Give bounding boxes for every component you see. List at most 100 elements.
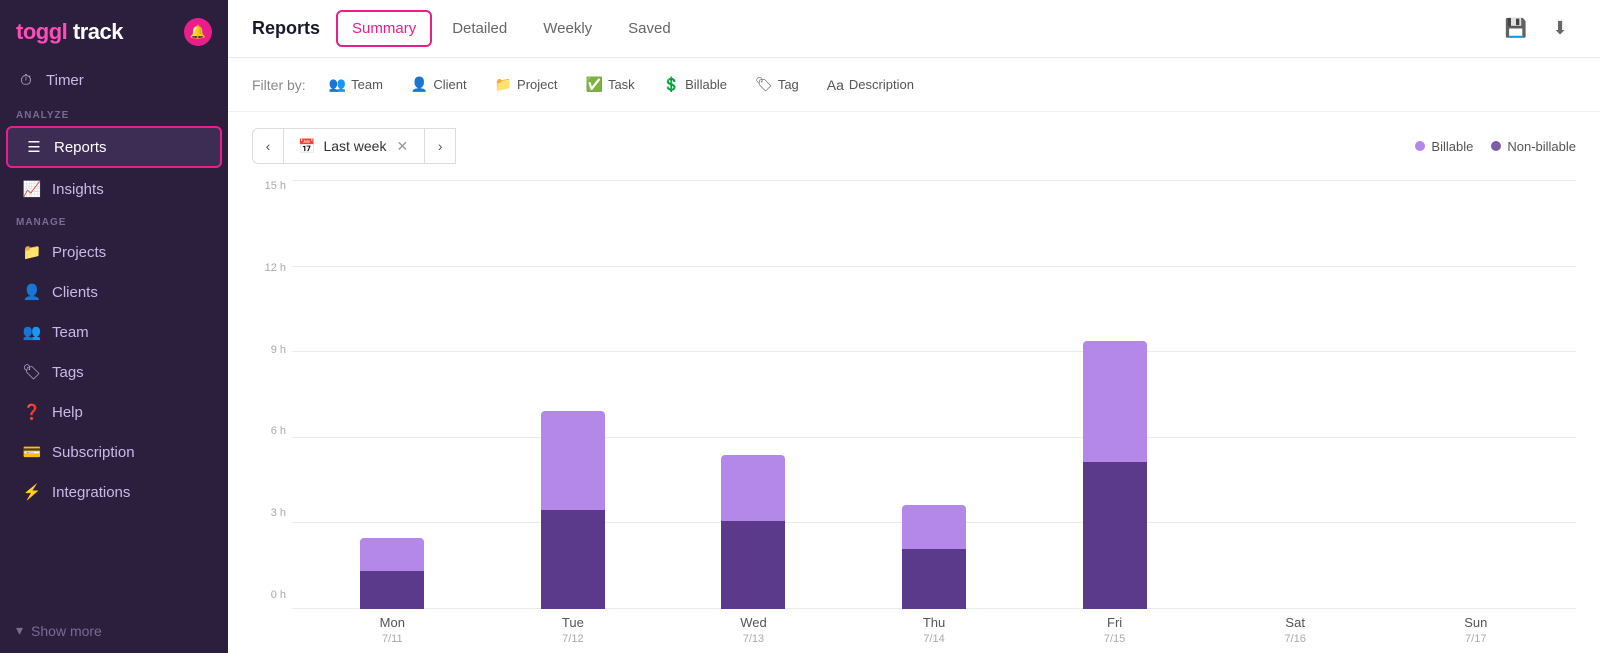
calendar-icon: 📅 [298,138,315,155]
bar-group[interactable]: 03:15 [302,180,483,609]
projects-label: Projects [52,244,106,261]
chevron-down-icon: ▾ [16,622,23,639]
tag-filter-icon: 🏷 [755,76,773,93]
y-axis-label: 12 h [252,262,292,274]
bar-nonbillable-segment [902,549,966,610]
x-axis-label: Thu7/14 [844,615,1025,645]
y-axis-label: 15 h [252,180,292,192]
sidebar-item-timer[interactable]: ⏱ Timer [0,62,228,102]
x-axis-label: Sat7/16 [1205,615,1386,645]
legend-billable-label: Billable [1431,139,1473,154]
legend-non-billable-label: Non-billable [1507,139,1576,154]
bars-row: 03:1509:0007:0004:4512:10 [292,180,1576,609]
bar-nonbillable-segment [541,510,605,609]
y-axis-label: 3 h [252,507,292,519]
date-display[interactable]: 📅 Last week ✕ [284,128,424,164]
clients-label: Clients [52,284,98,301]
sidebar-item-reports[interactable]: ☰ Reports [6,126,222,168]
filter-project-label: Project [517,77,557,92]
filter-team[interactable]: 👥 Team [318,70,394,99]
x-axis-label: Sun7/17 [1385,615,1566,645]
tab-detailed[interactable]: Detailed [436,10,523,47]
date-prev-btn[interactable]: ‹ [252,128,284,164]
filter-description[interactable]: Aa Description [816,71,925,99]
logo: toggl track [16,19,123,45]
bar-nonbillable-segment [360,571,424,610]
sidebar-item-projects[interactable]: 📁 Projects [6,233,222,271]
tab-saved[interactable]: Saved [612,10,687,47]
y-axis-label: 9 h [252,344,292,356]
sidebar-item-help[interactable]: ❓ Help [6,393,222,431]
sidebar-item-team[interactable]: 👥 Team [6,313,222,351]
notification-bell[interactable]: 🔔 [184,18,212,46]
bar-billable-segment [721,455,785,521]
y-axis-label: 0 h [252,589,292,601]
sidebar-bottom: ▾ Show more [0,612,228,653]
subscription-label: Subscription [52,444,135,461]
insights-label: Insights [52,181,104,198]
legend-billable: Billable [1415,139,1473,154]
y-axis: 0 h 3 h 6 h 9 h 12 h 15 h [252,180,292,645]
sidebar: toggl track 🔔 ⏱ Timer ANALYZE ☰ Reports … [0,0,228,653]
clients-icon: 👤 [22,282,42,302]
bar-nonbillable-segment [1083,462,1147,609]
date-range-label: Last week [323,138,386,154]
x-axis-label: Fri7/15 [1024,615,1205,645]
manage-section-label: MANAGE [0,209,228,232]
task-filter-icon: ✅ [586,76,603,93]
filter-client-label: Client [433,77,466,92]
y-axis-label: 6 h [252,425,292,437]
sidebar-item-tags[interactable]: 🏷 Tags [6,353,222,391]
filter-client[interactable]: 👤 Client [400,70,478,99]
insights-icon: 📈 [22,179,42,199]
bar-group[interactable]: 12:10 [1024,180,1205,609]
chart-inner: 03:1509:0007:0004:4512:10 Mon7/11Tue7/12… [292,180,1576,645]
show-more-btn[interactable]: ▾ Show more [0,612,228,653]
main-content: Reports Summary Detailed Weekly Saved 💾 … [228,0,1600,653]
sidebar-item-insights[interactable]: 📈 Insights [6,170,222,208]
filter-project[interactable]: 📁 Project [484,70,569,99]
bar-nonbillable-segment [721,521,785,609]
date-next-btn[interactable]: › [424,128,456,164]
help-icon: ❓ [22,402,42,422]
bar-group[interactable] [1385,180,1566,609]
save-icon[interactable]: 💾 [1500,13,1532,45]
sidebar-item-integrations[interactable]: ⚡ Integrations [6,473,222,511]
filter-bar: Filter by: 👥 Team 👤 Client 📁 Project ✅ T… [228,58,1600,112]
bar-group[interactable] [1205,180,1386,609]
show-more-label: Show more [31,623,102,639]
sidebar-item-clients[interactable]: 👤 Clients [6,273,222,311]
timer-icon: ⏱ [16,70,36,90]
chart-controls: ‹ 📅 Last week ✕ › Billable Non-billable [252,128,1576,164]
x-axis-label: Mon7/11 [302,615,483,645]
client-filter-icon: 👤 [411,76,428,93]
filter-tag[interactable]: 🏷 Tag [744,70,810,99]
chart-area: ‹ 📅 Last week ✕ › Billable Non-billable [228,112,1600,653]
bar-group[interactable]: 07:00 [663,180,844,609]
bar-group[interactable]: 04:45 [844,180,1025,609]
logo-area: toggl track 🔔 [0,0,228,62]
x-axis-label: Tue7/12 [483,615,664,645]
sidebar-item-subscription[interactable]: 💳 Subscription [6,433,222,471]
integrations-icon: ⚡ [22,482,42,502]
legend-non-billable: Non-billable [1491,139,1576,154]
filter-tag-label: Tag [778,77,799,92]
subscription-icon: 💳 [22,442,42,462]
date-clear-btn[interactable]: ✕ [394,138,410,155]
tab-weekly[interactable]: Weekly [527,10,608,47]
download-icon[interactable]: ⬇ [1544,13,1576,45]
bar-group[interactable]: 09:00 [483,180,664,609]
projects-icon: 📁 [22,242,42,262]
filter-billable[interactable]: 💲 Billable [652,70,738,99]
legend-non-billable-dot [1491,141,1501,151]
team-label: Team [52,324,89,341]
page-title: Reports [252,18,320,39]
description-filter-icon: Aa [827,77,844,93]
tab-summary[interactable]: Summary [336,10,432,47]
top-nav-actions: 💾 ⬇ [1500,13,1576,45]
filter-by-label: Filter by: [252,77,306,93]
bar-chart: 0 h 3 h 6 h 9 h 12 h 15 h 03:1509:0007:0004:4… [252,180,1576,645]
timer-label: Timer [46,72,84,89]
bar-billable-segment [360,538,424,571]
filter-task[interactable]: ✅ Task [575,70,646,99]
